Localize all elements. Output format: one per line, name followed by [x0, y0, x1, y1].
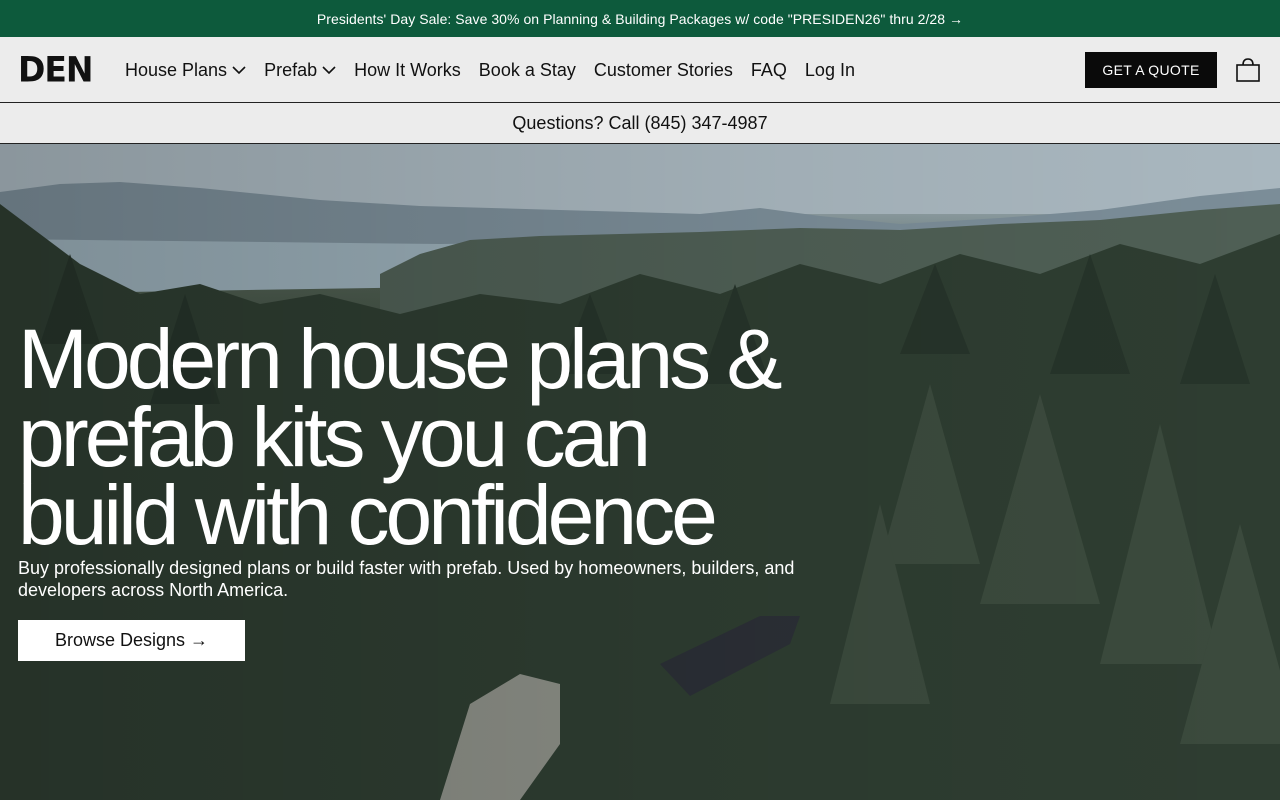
- headline-line: prefab kits you can: [18, 390, 651, 484]
- get-a-quote-button[interactable]: GET A QUOTE: [1085, 52, 1217, 88]
- headline-line: build with confidence: [18, 468, 718, 562]
- nav-item-label: FAQ: [750, 59, 787, 80]
- nav-links: House Plans Prefab How It Works Book a S…: [125, 37, 873, 103]
- nav-item-log-in[interactable]: Log In: [805, 60, 855, 81]
- nav-item-label: House Plans: [125, 59, 228, 80]
- phone-bar: Questions? Call (845) 347-4987: [0, 103, 1280, 144]
- chevron-down-icon: [322, 63, 336, 77]
- nav-item-faq[interactable]: FAQ: [751, 60, 787, 81]
- hero-headline: Modern house plans & prefab kits you can…: [18, 312, 838, 562]
- main-navigation: DEN House Plans Prefab How It Works Book…: [0, 37, 1280, 103]
- nav-item-how-it-works[interactable]: How It Works: [354, 60, 461, 81]
- nav-item-customer-stories[interactable]: Customer Stories: [594, 60, 733, 81]
- promo-text[interactable]: Presidents' Day Sale: Save 30% on Planni…: [317, 11, 963, 27]
- nav-item-house-plans[interactable]: House Plans: [125, 60, 246, 81]
- den-logo[interactable]: DEN: [18, 52, 94, 87]
- headline-line: Modern house plans &: [18, 312, 783, 406]
- nav-item-label: Customer Stories: [593, 59, 733, 80]
- browse-designs-button[interactable]: Browse Designs →: [18, 620, 245, 661]
- phone-text[interactable]: Questions? Call (845) 347-4987: [512, 113, 767, 134]
- nav-item-label: Book a Stay: [478, 59, 576, 80]
- shopping-bag-icon[interactable]: [1235, 57, 1261, 83]
- hero-subtext: Buy professionally designed plans or bui…: [18, 558, 795, 600]
- hero-section: Modern house plans & prefab kits you can…: [0, 144, 1280, 800]
- promo-banner[interactable]: Presidents' Day Sale: Save 30% on Planni…: [0, 0, 1280, 37]
- nav-item-label: How It Works: [354, 59, 461, 80]
- nav-item-prefab[interactable]: Prefab: [264, 60, 336, 81]
- nav-item-label: Log In: [804, 59, 855, 80]
- chevron-down-icon: [232, 63, 246, 77]
- nav-item-book-a-stay[interactable]: Book a Stay: [479, 60, 576, 81]
- nav-item-label: Prefab: [264, 59, 318, 80]
